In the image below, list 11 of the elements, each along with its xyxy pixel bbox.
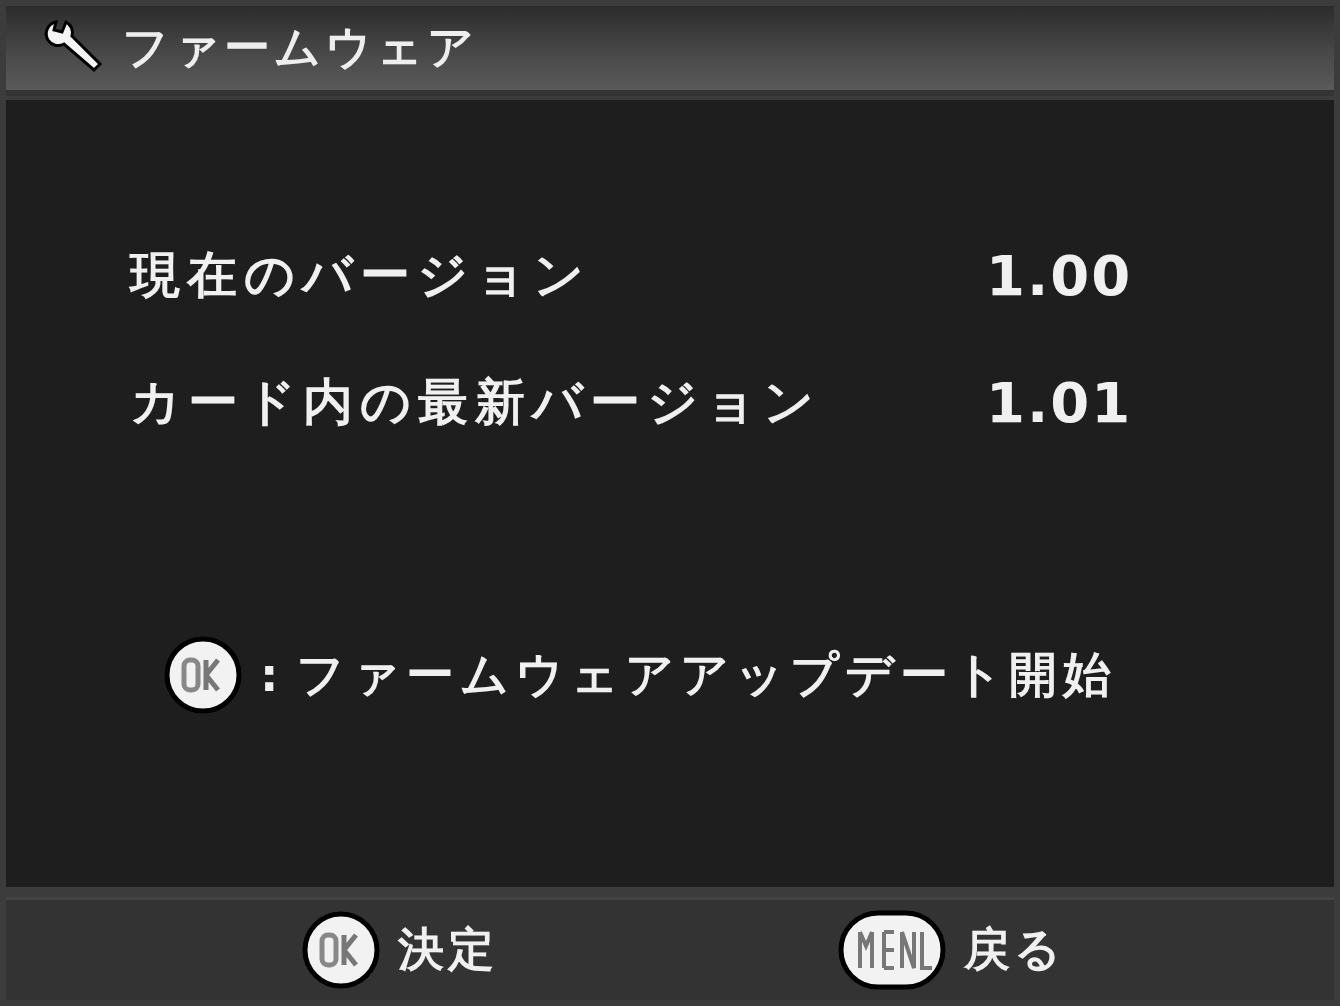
round-key-icon — [302, 911, 380, 989]
colon-separator: : — [260, 648, 279, 702]
key-hint-label: 戻る — [964, 921, 1065, 978]
version-value: 1.01 — [986, 370, 1133, 435]
round-key-icon — [164, 636, 242, 714]
version-label: 現在のバージョン — [130, 245, 592, 306]
screen-title: ファームウェア — [122, 19, 478, 76]
version-value: 1.00 — [986, 243, 1133, 308]
version-label: カード内の最新バージョン — [130, 372, 822, 433]
key-hint-label: 決定 — [398, 921, 498, 978]
instruction-text: ファームウェアアップデート開始 — [296, 645, 1118, 704]
